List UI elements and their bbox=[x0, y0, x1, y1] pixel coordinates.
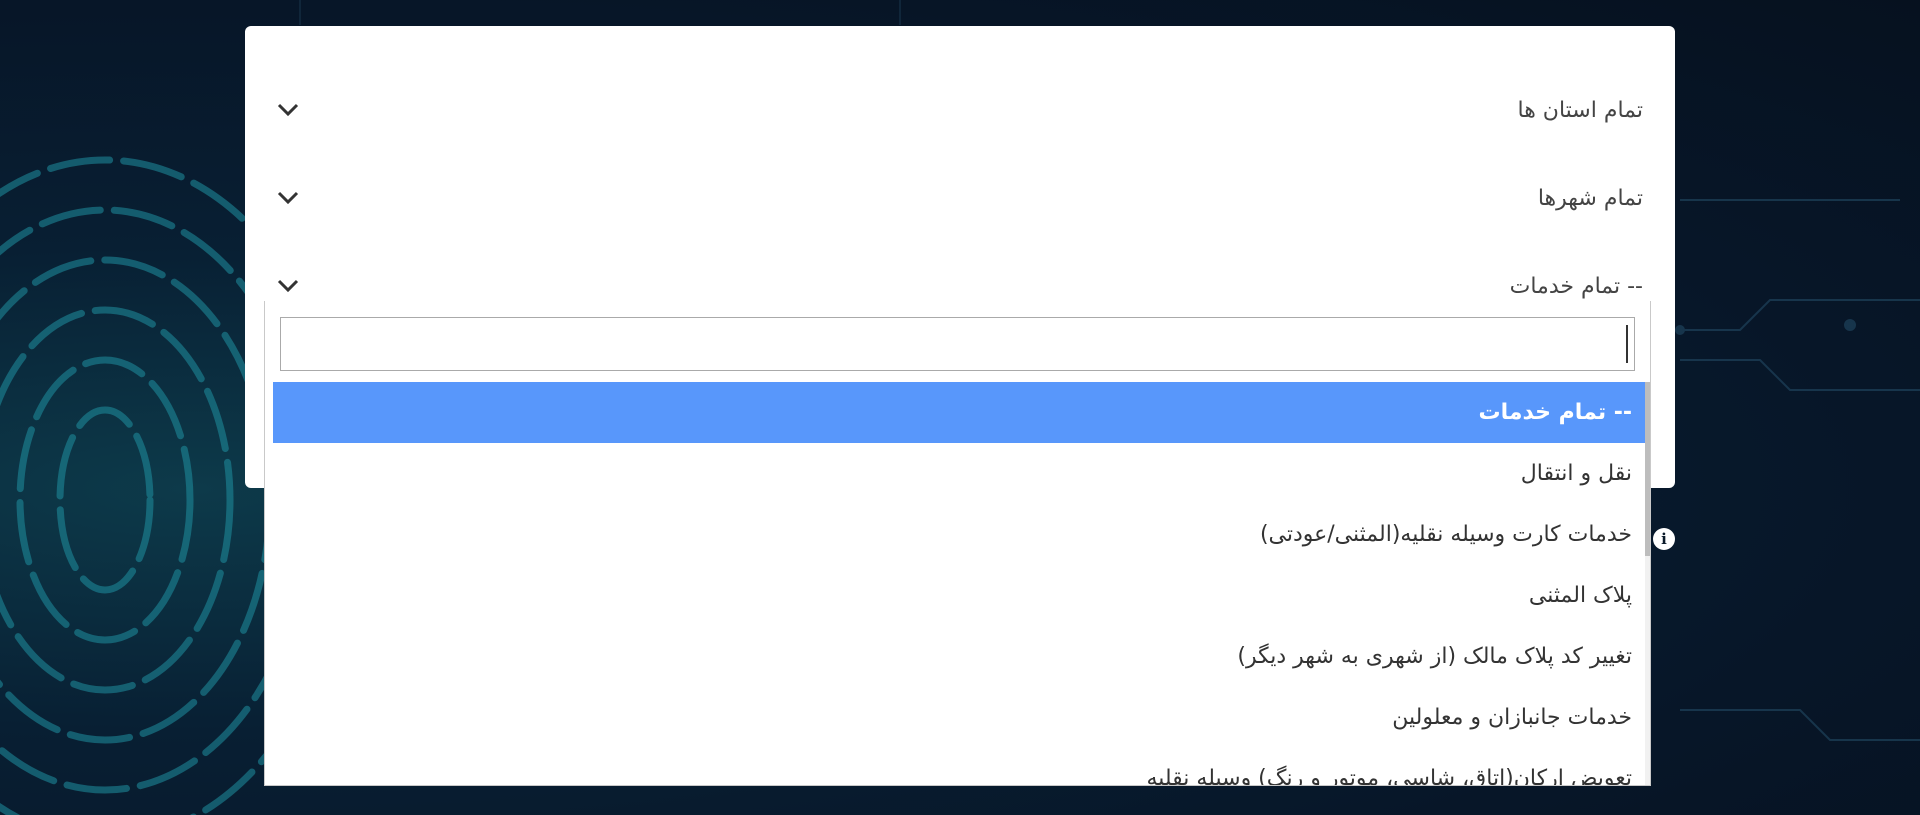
dropdown-option-veterans-services[interactable]: خدمات جانبازان و معلولین bbox=[273, 687, 1647, 748]
scrollbar-thumb[interactable] bbox=[1645, 382, 1650, 556]
text-caret bbox=[1626, 325, 1628, 363]
dropdown-search-input[interactable] bbox=[280, 317, 1635, 371]
dropdown-option-vehicle-card[interactable]: خدمات کارت وسیله نقلیه(المثنی/عودتی) bbox=[273, 504, 1647, 565]
info-icon[interactable]: i bbox=[1653, 528, 1675, 550]
service-dropdown: -- تمام خدمات نقل و انتقال خدمات کارت وس… bbox=[264, 301, 1651, 786]
chevron-down-icon bbox=[273, 183, 303, 213]
service-select-label: -- تمام خدمات bbox=[1509, 273, 1643, 299]
chevron-down-icon bbox=[273, 271, 303, 301]
dropdown-option-all-services[interactable]: -- تمام خدمات bbox=[273, 382, 1647, 443]
dropdown-option-transfer[interactable]: نقل و انتقال bbox=[273, 443, 1647, 504]
dropdown-scrollbar[interactable] bbox=[1645, 382, 1650, 785]
dropdown-options-list: -- تمام خدمات نقل و انتقال خدمات کارت وس… bbox=[273, 382, 1647, 785]
dropdown-option-replace-parts[interactable]: تعویض ارکان(اتاق، شاسی، موتور و رنگ) وسی… bbox=[273, 748, 1647, 785]
province-select[interactable]: تمام استان ها bbox=[245, 80, 1675, 140]
province-select-label: تمام استان ها bbox=[1517, 97, 1643, 123]
chevron-down-icon bbox=[273, 95, 303, 125]
city-select-label: تمام شهرها bbox=[1537, 185, 1643, 211]
dropdown-option-duplicate-plate[interactable]: پلاک المثنی bbox=[273, 565, 1647, 626]
city-select[interactable]: تمام شهرها bbox=[245, 168, 1675, 228]
dropdown-option-change-plate-code[interactable]: تغییر کد پلاک مالک (از شهری به شهر دیگر) bbox=[273, 626, 1647, 687]
